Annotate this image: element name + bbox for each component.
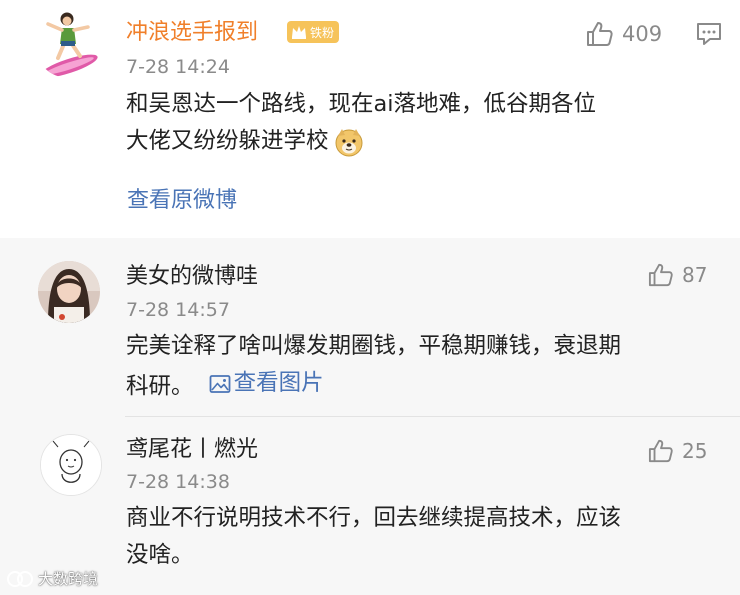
surfer-avatar-image: [34, 8, 104, 78]
view-image-label: 查看图片: [233, 370, 324, 396]
crown-icon: [292, 26, 306, 39]
comment-icon[interactable]: [696, 22, 722, 46]
post-like-count: 409: [622, 21, 663, 46]
post-body-line-2: 大佬又纷纷躲进学校: [126, 128, 329, 154]
watermark: 大数跨境: [6, 568, 98, 589]
comment-1-like-button[interactable]: 87: [648, 262, 707, 287]
comment-2-timestamp: 7-28 14:38: [126, 471, 230, 493]
surfer-avatar[interactable]: [34, 8, 104, 78]
view-image-link[interactable]: 查看图片: [201, 365, 324, 402]
watermark-logo-icon: [7, 570, 33, 587]
comment-2-avatar-image: [41, 435, 101, 495]
comments-section: 美女的微博哇 7-28 14:57 87 完美诠释了啥叫爆发期圈钱，平稳期赚钱，…: [0, 238, 740, 595]
comment-2-like-count: 25: [682, 438, 708, 463]
fan-badge[interactable]: 铁粉: [287, 21, 340, 43]
comment-2-avatar[interactable]: [40, 434, 102, 496]
view-original-weibo-link[interactable]: 查看原微博: [127, 188, 237, 214]
thumbs-up-icon: [587, 22, 613, 46]
comment-divider: [125, 416, 740, 417]
doge-emoji-icon: [335, 128, 363, 156]
main-post: 冲浪选手报到 铁粉 7-28 14:24 409 和吴恩达一个路线，现在ai落地…: [0, 0, 740, 238]
comment-1-like-count: 87: [682, 262, 708, 287]
comment-2-body-line-1: 商业不行说明技术不行，回去继续提高技术，应该: [126, 505, 622, 531]
comment-2-like-button[interactable]: 25: [648, 438, 707, 463]
post-author-name[interactable]: 冲浪选手报到: [126, 20, 258, 46]
watermark-text: 大数跨境: [38, 570, 99, 588]
comment-1-avatar-image: [38, 261, 100, 323]
post-like-button[interactable]: 409: [586, 20, 662, 47]
thumbs-up-icon: [648, 439, 673, 463]
thumbs-up-icon: [648, 263, 673, 287]
post-body-line-1: 和吴恩达一个路线，现在ai落地难，低谷期各位: [126, 91, 597, 117]
comment-2-body-line-2: 没啥。: [126, 542, 194, 568]
comment-1-author-name[interactable]: 美女的微博哇: [126, 264, 258, 290]
image-icon: [209, 374, 231, 393]
post-body: 和吴恩达一个路线，现在ai落地难，低谷期各位 大佬又纷纷躲进学校: [126, 86, 596, 160]
comment-1-body: 完美诠释了啥叫爆发期圈钱，平稳期赚钱，衰退期 科研。 查看图片: [126, 328, 621, 406]
comment-1-timestamp: 7-28 14:57: [126, 299, 230, 321]
comment-2-body: 商业不行说明技术不行，回去继续提高技术，应该 没啥。: [126, 500, 621, 574]
comment-1-avatar[interactable]: [38, 261, 100, 323]
comment-2-author-name[interactable]: 鸢尾花丨燃光: [126, 437, 258, 463]
post-timestamp: 7-28 14:24: [126, 56, 230, 78]
comment-1-body-line-1: 完美诠释了啥叫爆发期圈钱，平稳期赚钱，衰退期: [126, 333, 622, 359]
comment-1-body-line-2: 科研。: [126, 373, 194, 400]
fan-badge-label: 铁粉: [310, 25, 335, 40]
